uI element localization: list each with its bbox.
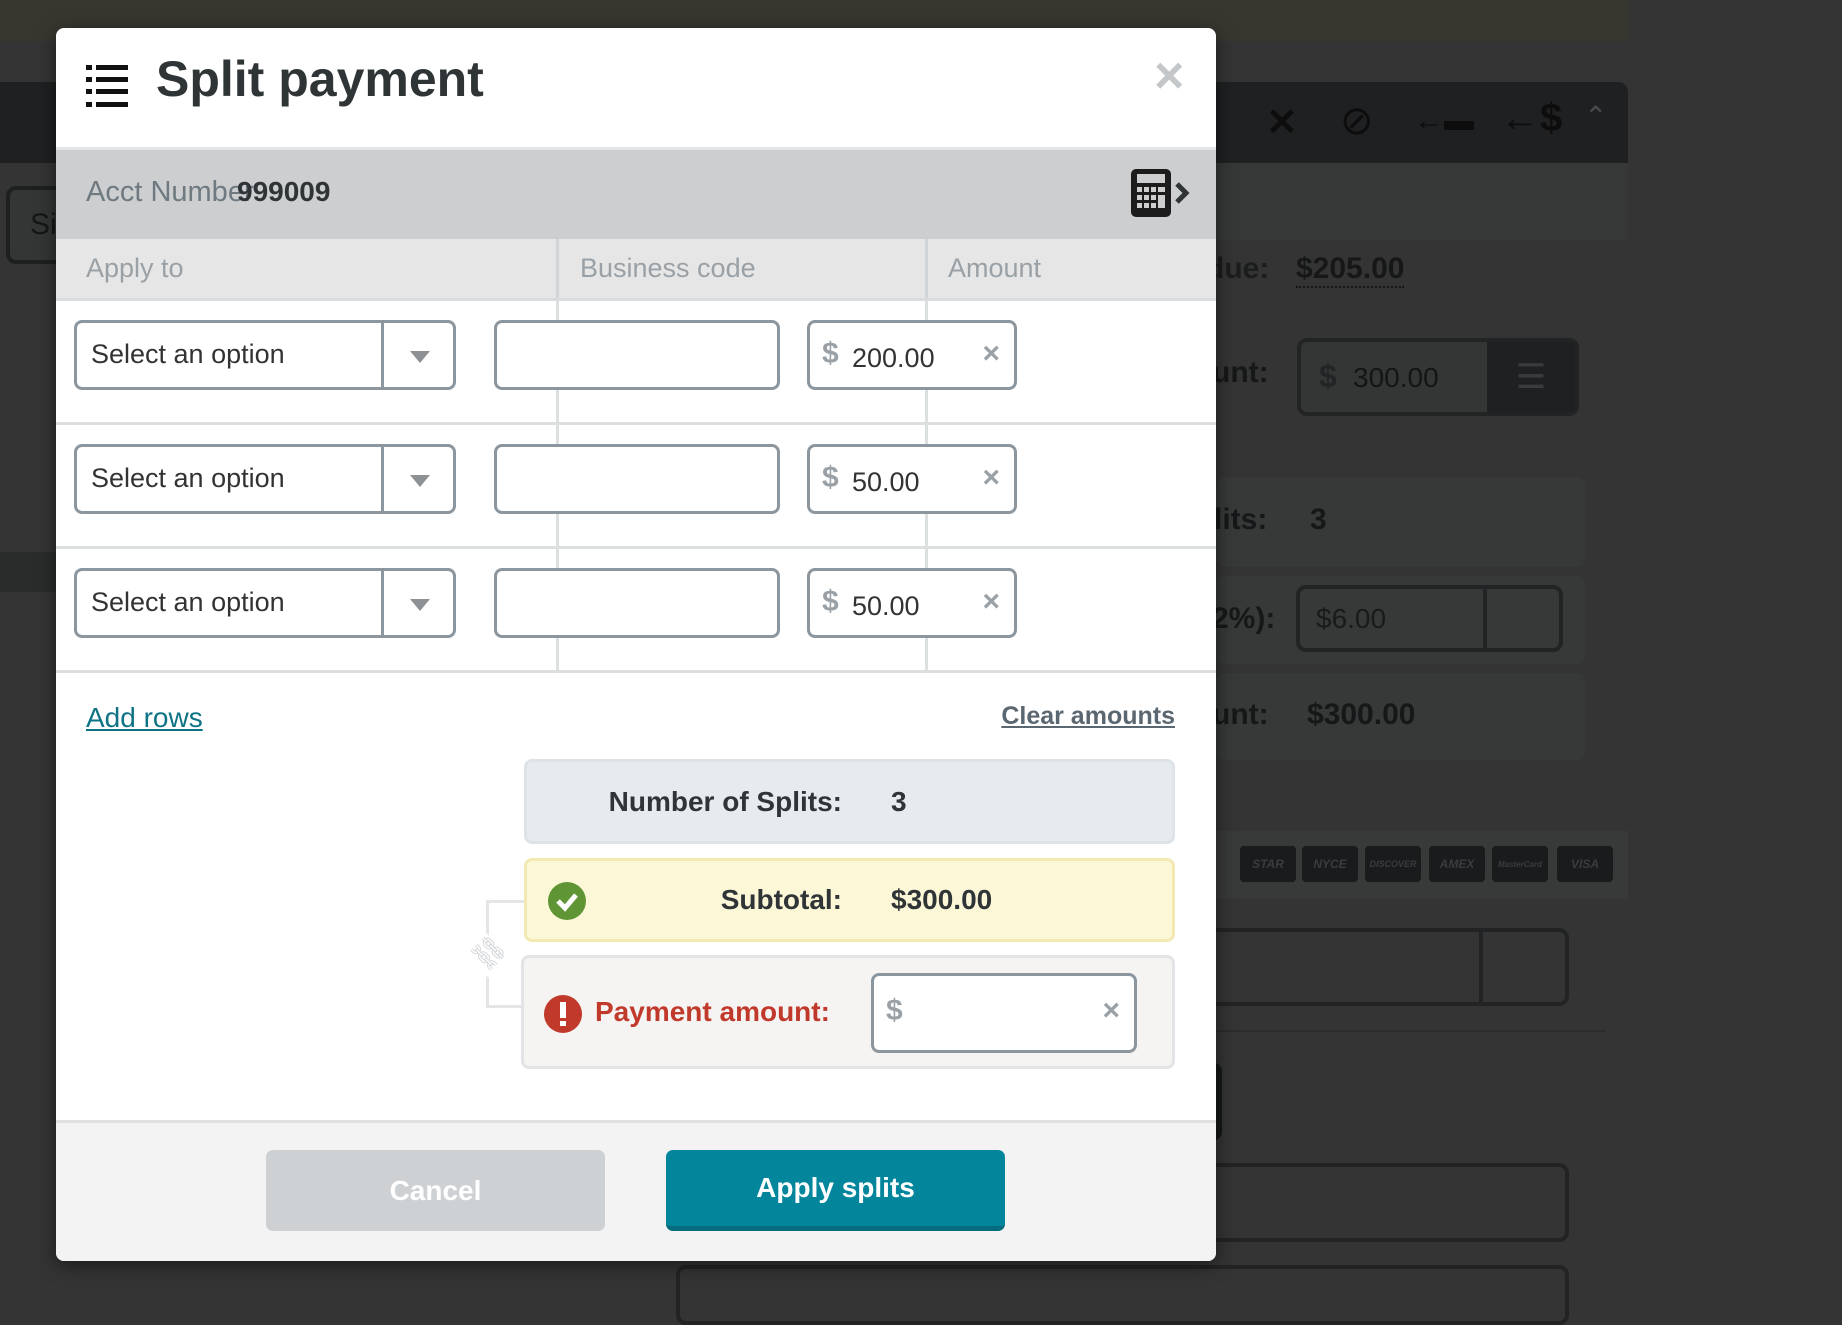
column-amount: Amount xyxy=(948,253,1042,283)
split-row: Select an option $200.00 × xyxy=(56,301,1216,425)
close-button[interactable]: × xyxy=(1154,50,1184,102)
splits-table-header: Apply to Business code Amount xyxy=(56,239,1216,301)
chevron-down-icon xyxy=(1483,589,1559,648)
background-amount-input: $ 300.00 ☰ xyxy=(1297,338,1579,416)
chevron-down-icon xyxy=(381,447,453,511)
background-button-label: Si xyxy=(30,208,57,241)
apply-to-value: Select an option xyxy=(91,463,285,493)
error-icon xyxy=(544,995,582,1033)
acct-label: Acct Number xyxy=(86,176,254,208)
amount-value: 50.00 xyxy=(852,591,920,621)
apply-to-value: Select an option xyxy=(91,339,285,369)
refund-cash-icon: ←$ xyxy=(1500,96,1563,140)
split-row: Select an option $50.00 × xyxy=(56,549,1216,673)
split-row: Select an option $50.00 × xyxy=(56,425,1216,549)
dollar-icon: $ xyxy=(1319,358,1337,394)
card-logo-visa: VISA xyxy=(1557,846,1613,882)
void-icon: ⊘ xyxy=(1340,99,1374,143)
clear-icon[interactable]: × xyxy=(982,461,1000,495)
acct-value: 999009 xyxy=(237,176,331,207)
apply-splits-button[interactable]: Apply splits xyxy=(666,1150,1005,1231)
close-icon: ✕ xyxy=(1266,102,1298,144)
dialog-title: Split payment xyxy=(156,51,484,107)
background-select xyxy=(1190,928,1569,1006)
payment-amount-input[interactable]: $ × xyxy=(871,973,1137,1053)
card-logo-mastercard: MasterCard xyxy=(1492,846,1548,882)
business-code-input[interactable] xyxy=(494,568,780,638)
payment-amount-box: Payment amount: $ × xyxy=(521,955,1175,1069)
dollar-icon: $ xyxy=(822,337,839,370)
fee-value: $6.00 xyxy=(1316,603,1387,634)
business-code-input[interactable] xyxy=(494,320,780,390)
card-logo-discover: DISCOVER xyxy=(1365,846,1421,882)
check-circle-icon xyxy=(548,882,586,920)
list-icon xyxy=(86,65,128,109)
fee-label: 2%): xyxy=(1212,602,1276,635)
apply-to-select[interactable]: Select an option xyxy=(74,320,456,390)
clear-icon[interactable]: × xyxy=(982,337,1000,371)
subtotal-value: $300.00 xyxy=(891,884,993,915)
card-logo-nyce: NYCE xyxy=(1302,846,1358,882)
account-bar: Acct Number 999009 xyxy=(56,147,1216,239)
dialog-footer xyxy=(56,1120,1216,1261)
subtotal-label: Subtotal: xyxy=(720,884,842,915)
card-logo-amex: AMEX xyxy=(1429,846,1485,882)
column-apply-to: Apply to xyxy=(86,253,184,283)
dollar-icon: $ xyxy=(822,585,839,618)
add-rows-link[interactable]: Add rows xyxy=(86,702,203,734)
calculator-icon[interactable] xyxy=(1131,168,1191,218)
splits-count-box: Number of Splits: 3 xyxy=(524,759,1175,844)
amount-input[interactable]: $200.00 × xyxy=(807,320,1017,390)
chevron-down-icon xyxy=(381,571,453,635)
background-input-2 xyxy=(676,1265,1569,1325)
splits-value: 3 xyxy=(1310,503,1327,536)
business-code-input[interactable] xyxy=(494,444,780,514)
clear-amounts-link[interactable]: Clear amounts xyxy=(1001,702,1175,731)
background-amount-value: 300.00 xyxy=(1353,362,1439,393)
total-value: $300.00 xyxy=(1307,698,1416,731)
due-value: $205.00 xyxy=(1296,252,1405,288)
splits-label: lits: xyxy=(1214,503,1268,536)
list-icon: ☰ xyxy=(1487,342,1575,412)
clear-icon[interactable]: × xyxy=(982,585,1000,619)
amount-value: 50.00 xyxy=(852,467,920,497)
apply-to-select[interactable]: Select an option xyxy=(74,568,456,638)
dollar-icon: $ xyxy=(886,994,903,1027)
clear-icon[interactable]: × xyxy=(1102,994,1120,1028)
chevron-down-icon xyxy=(381,323,453,387)
amount-value: 200.00 xyxy=(852,343,935,373)
fee-select: $6.00 xyxy=(1296,585,1563,652)
cancel-button[interactable]: Cancel xyxy=(266,1150,605,1231)
amount-label: unt: xyxy=(1212,356,1269,389)
chevron-up-icon: ⌃ xyxy=(1584,101,1608,132)
column-business-code: Business code xyxy=(580,253,756,283)
split-payment-dialog: Split payment × Acct Number 999009 Apply… xyxy=(56,28,1216,1261)
splits-count-value: 3 xyxy=(891,786,907,817)
payment-amount-label: Payment amount: xyxy=(595,996,830,1027)
amount-input[interactable]: $50.00 × xyxy=(807,444,1017,514)
amount-input[interactable]: $50.00 × xyxy=(807,568,1017,638)
apply-to-value: Select an option xyxy=(91,587,285,617)
dollar-icon: $ xyxy=(822,461,839,494)
splits-count-label: Number of Splits: xyxy=(608,786,842,817)
apply-to-select[interactable]: Select an option xyxy=(74,444,456,514)
refund-card-icon: ←▬ xyxy=(1414,104,1474,137)
total-label: unt: xyxy=(1212,698,1269,731)
subtotal-box: Subtotal: $300.00 xyxy=(524,858,1175,942)
card-logo-star: STAR xyxy=(1240,846,1296,882)
